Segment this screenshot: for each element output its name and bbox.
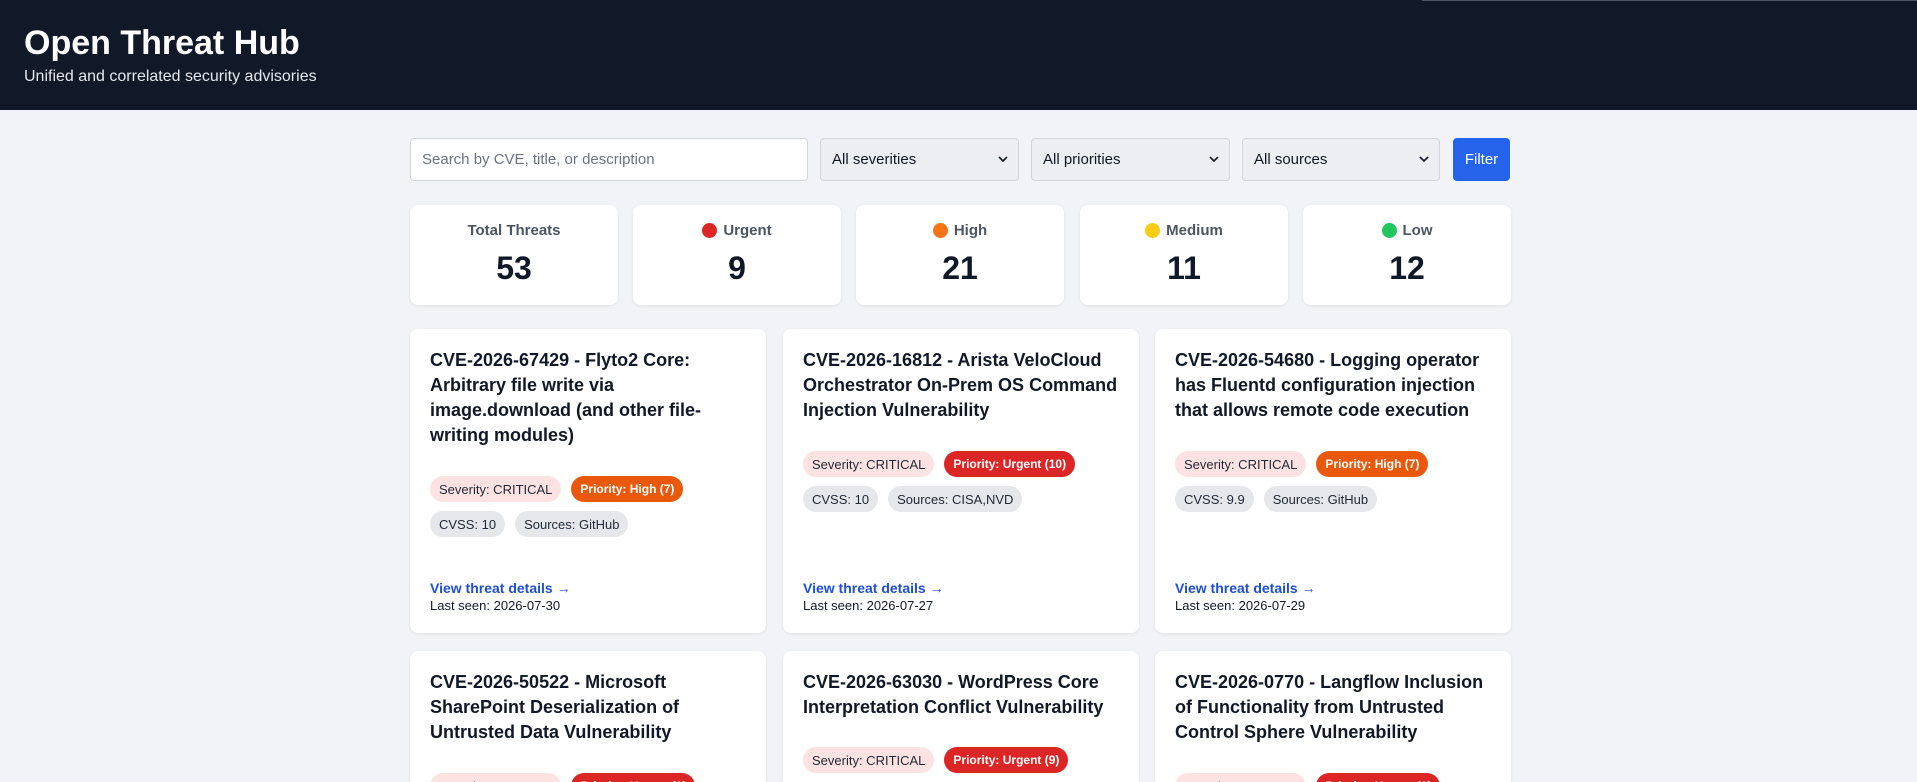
stat-value: 21	[942, 250, 978, 286]
priority-badge: Priority: High (7)	[571, 476, 684, 502]
severity-badge: Severity: CRITICAL	[430, 476, 562, 502]
search-input[interactable]	[410, 138, 808, 181]
header-accent-line	[1422, 0, 1917, 1]
orange-circle-icon	[932, 223, 948, 238]
yellow-circle-icon	[1145, 223, 1161, 238]
app-subtitle: Unified and correlated security advisori…	[24, 68, 317, 85]
priority-select-value: All priorities	[1043, 151, 1121, 168]
stat-label: Urgent	[723, 222, 772, 239]
stat-low: Low 12	[1303, 205, 1511, 305]
severity-badge: Severity: CRITICAL	[430, 773, 562, 782]
cvss-badge: CVSS: 9.9	[1175, 486, 1254, 512]
threat-card: CVE-2026-63030 - WordPress Core Interpre…	[783, 651, 1139, 782]
sources-badge: Sources: CISA,NVD	[888, 486, 1023, 512]
threat-title: CVE-2026-63030 - WordPress Core Interpre…	[803, 672, 1104, 717]
view-threat-details-link[interactable]: View threat details →	[803, 580, 944, 596]
threat-card: CVE-2026-0770 - Langflow Inclusion of Fu…	[1155, 651, 1511, 782]
stat-label: Total Threats	[467, 222, 561, 239]
severity-badge: Severity: CRITICAL	[803, 451, 935, 477]
green-circle-icon	[1381, 223, 1397, 238]
priority-badge: Priority: Urgent (9)	[571, 773, 696, 782]
threat-title: CVE-2026-67429 - Flyto2 Core: Arbitrary …	[430, 350, 702, 445]
stat-total-threats: Total Threats 53	[410, 205, 618, 305]
priority-badge: Priority: Urgent (9)	[944, 747, 1069, 773]
stat-label: High	[953, 222, 988, 239]
severity-select[interactable]: All severities	[820, 138, 1019, 181]
stat-medium: Medium 11	[1080, 205, 1288, 305]
stat-high: High 21	[856, 205, 1064, 305]
threat-card: CVE-2026-50522 - Microsoft SharePoint De…	[410, 651, 766, 782]
page-header: Open Threat Hub Unified and correlated s…	[0, 0, 1917, 110]
sources-badge: Sources: GitHub	[515, 511, 629, 537]
view-threat-details-link[interactable]: View threat details →	[1175, 580, 1316, 596]
stat-label: Medium	[1166, 222, 1223, 239]
threat-title: CVE-2026-0770 - Langflow Inclusion of Fu…	[1175, 672, 1484, 742]
threat-card: CVE-2026-16812 - Arista VeloCloud Orches…	[783, 329, 1139, 633]
last-seen: Last seen: 2026-07-30	[430, 598, 561, 613]
stat-label: Low	[1402, 222, 1433, 239]
priority-badge: Priority: Urgent (10)	[944, 451, 1076, 477]
severity-badge: Severity: CRITICAL	[803, 747, 935, 773]
app-title: Open Threat Hub	[24, 24, 300, 62]
threat-title: CVE-2026-16812 - Arista VeloCloud Orches…	[803, 350, 1118, 420]
red-circle-icon	[702, 223, 718, 238]
stat-urgent: Urgent 9	[633, 205, 841, 305]
chevron-down-icon	[1209, 156, 1219, 163]
chevron-down-icon	[998, 156, 1008, 163]
stat-value: 11	[1167, 250, 1201, 286]
severity-badge: Severity: CRITICAL	[1175, 773, 1307, 782]
threat-title: CVE-2026-50522 - Microsoft SharePoint De…	[430, 672, 680, 742]
cvss-badge: CVSS: 10	[430, 511, 506, 537]
threat-card: CVE-2026-67429 - Flyto2 Core: Arbitrary …	[410, 329, 766, 633]
threat-title: CVE-2026-54680 - Logging operator has Fl…	[1175, 350, 1480, 420]
severity-badge: Severity: CRITICAL	[1175, 451, 1307, 477]
priority-badge: Priority: Urgent (9)	[1316, 773, 1441, 782]
filter-button[interactable]: Filter	[1453, 138, 1510, 181]
last-seen: Last seen: 2026-07-27	[803, 598, 934, 613]
stat-value: 9	[728, 250, 746, 286]
view-threat-details-link[interactable]: View threat details →	[430, 580, 571, 596]
last-seen: Last seen: 2026-07-29	[1175, 598, 1306, 613]
filter-bar: All severities All priorities All source…	[410, 138, 1510, 181]
sources-badge: Sources: GitHub	[1263, 486, 1378, 512]
threat-card: CVE-2026-54680 - Logging operator has Fl…	[1155, 329, 1511, 633]
cvss-badge: CVSS: 10	[803, 486, 879, 512]
source-select[interactable]: All sources	[1242, 138, 1440, 181]
priority-badge: Priority: High (7)	[1316, 451, 1429, 477]
chevron-down-icon	[1419, 156, 1429, 163]
stat-value: 53	[496, 250, 532, 286]
stat-value: 12	[1389, 250, 1425, 286]
source-select-value: All sources	[1254, 151, 1328, 168]
severity-select-value: All severities	[832, 151, 917, 168]
priority-select[interactable]: All priorities	[1031, 138, 1230, 181]
